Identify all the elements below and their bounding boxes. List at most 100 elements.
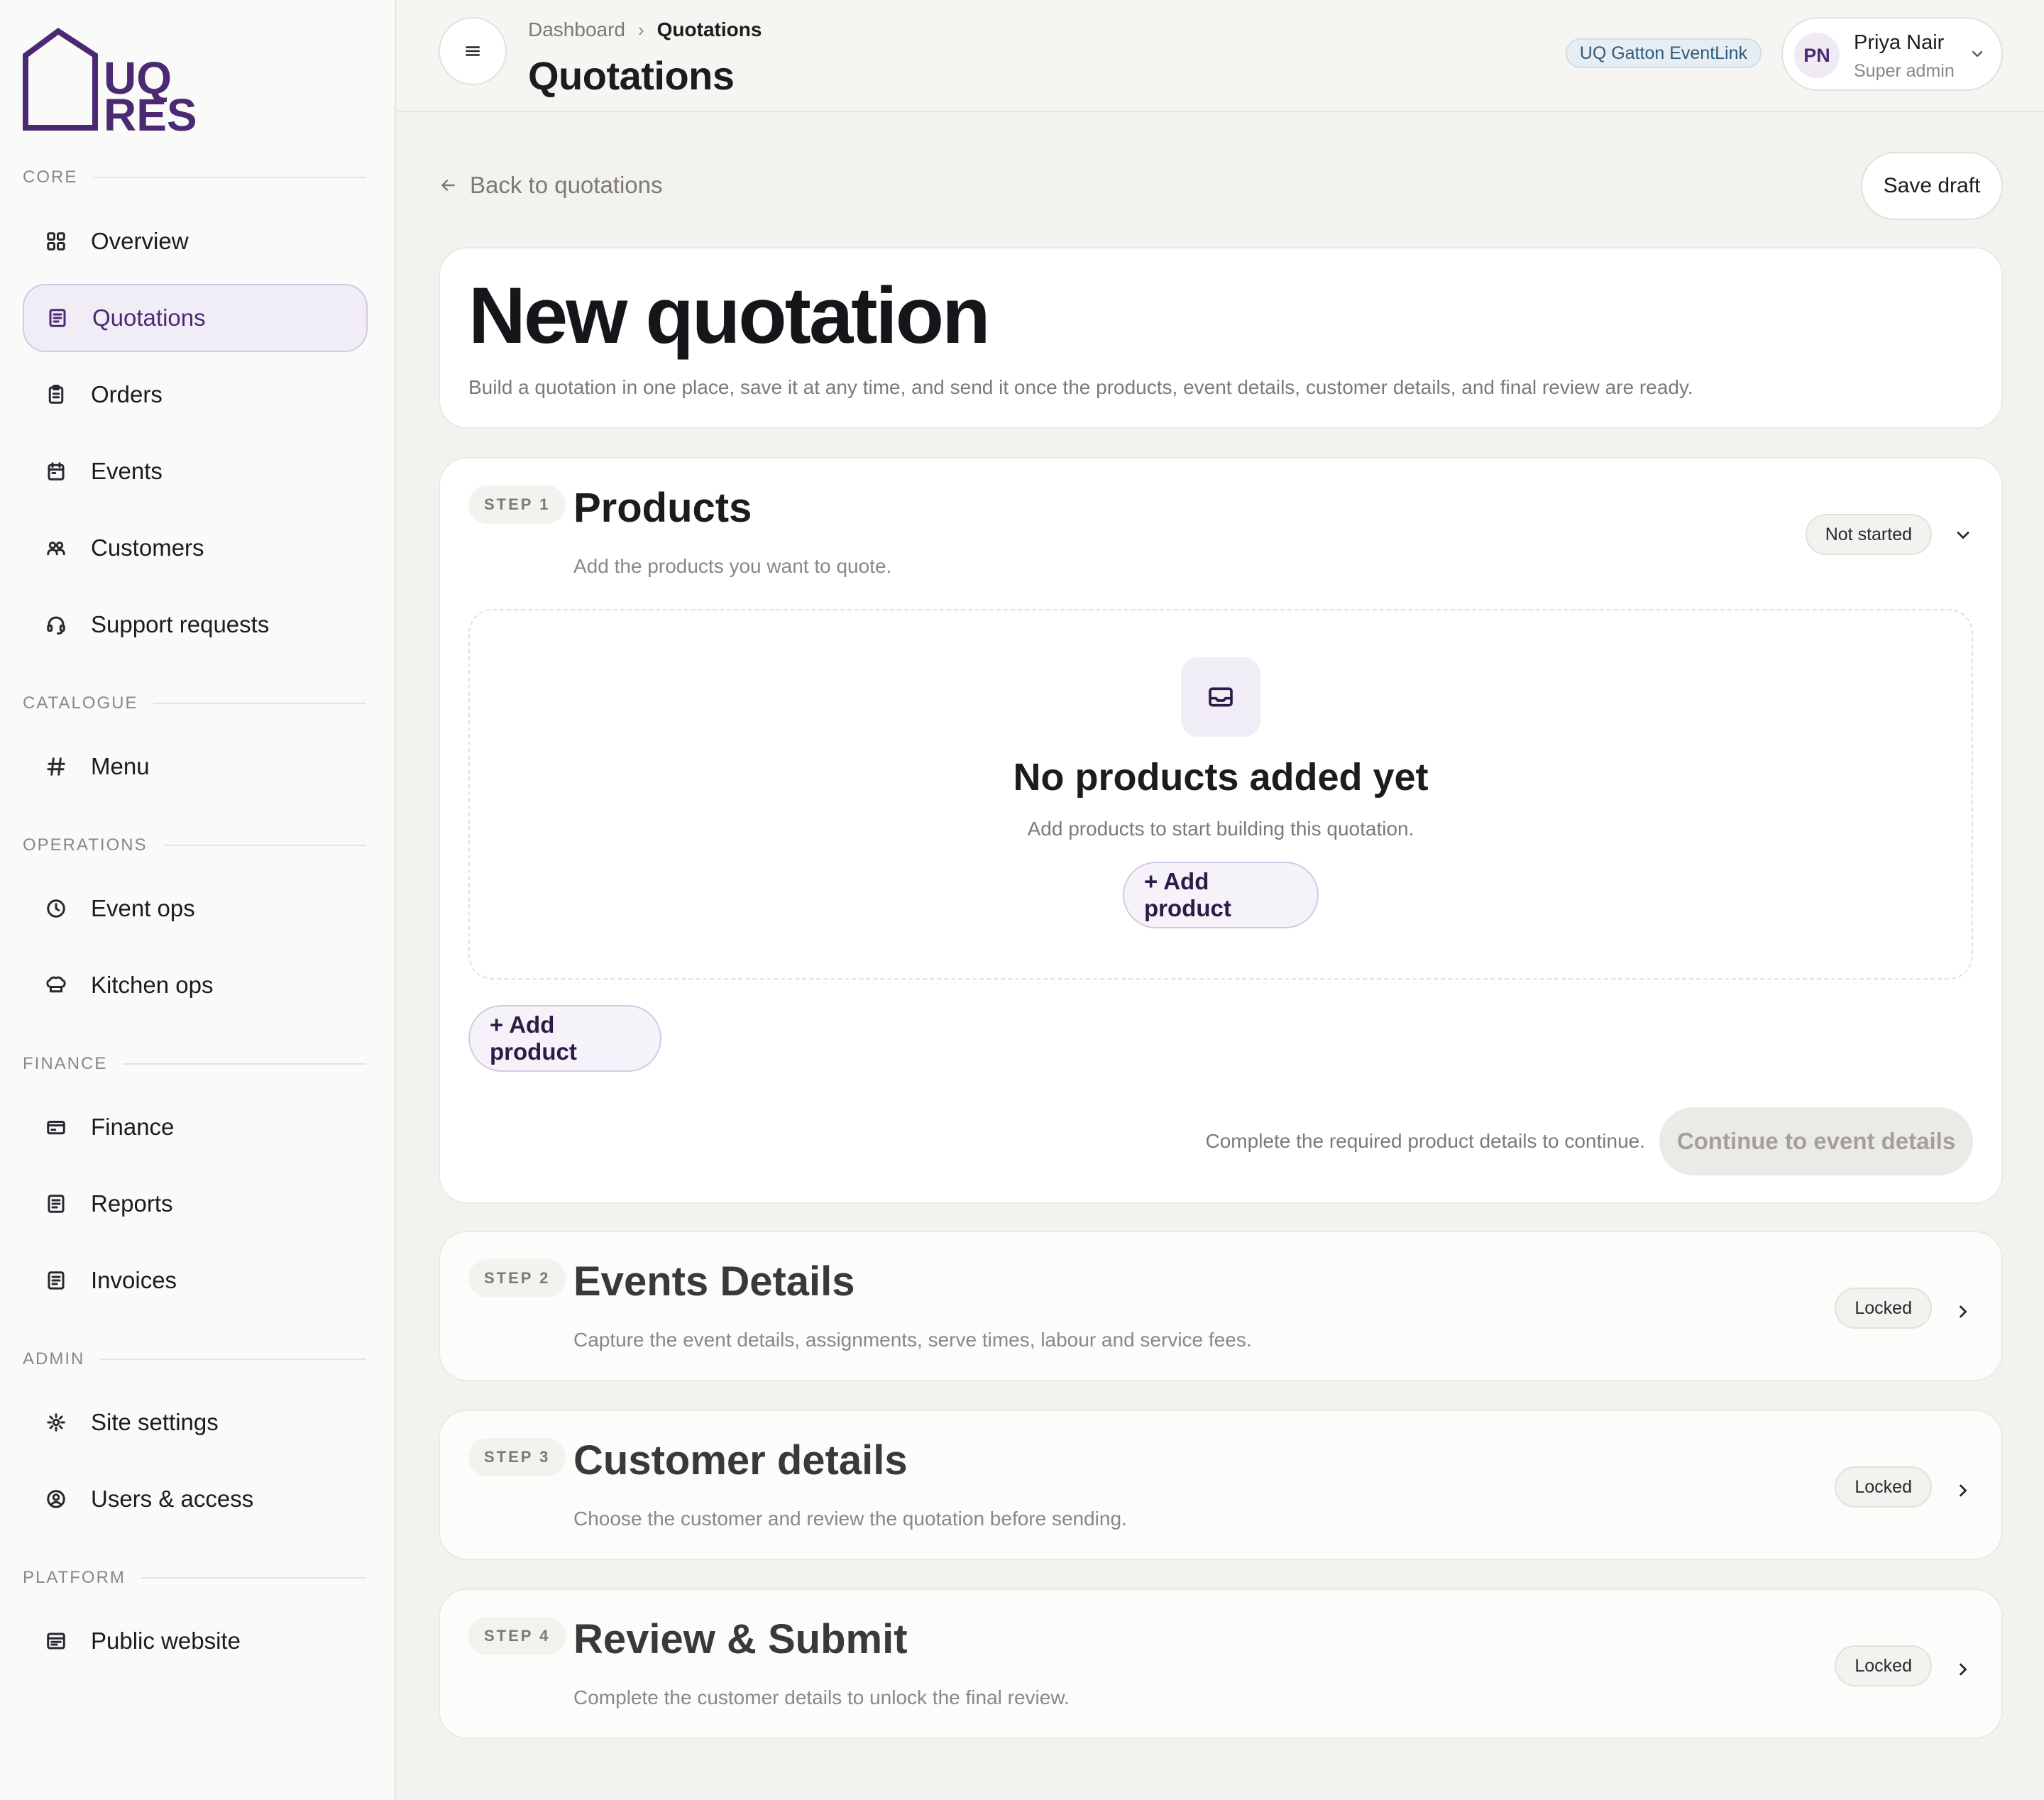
chevron-right-icon[interactable] [1953,1659,1973,1679]
status-badge: Locked [1835,1466,1932,1508]
step-products: STEP 1 Products Add the products you wan… [439,457,2003,1204]
breadcrumb: Dashboard › Quotations [528,18,762,41]
sidebar-item-label: Public website [91,1628,241,1654]
sidebar-item-label: Event ops [91,895,195,921]
sidebar-item-label: Users & access [91,1486,254,1512]
step-description: Complete the customer details to unlock … [573,1686,1070,1708]
sidebar-item-label: Invoices [91,1267,177,1293]
user-menu[interactable]: PN Priya Nair Super admin [1781,17,2003,91]
step-events-details[interactable]: STEP 2 Events Details Capture the event … [439,1231,2003,1381]
chef-hat-icon [44,973,68,997]
chevron-right-icon[interactable] [1953,1481,1973,1500]
step-customer-details[interactable]: STEP 3 Customer details Choose the custo… [439,1410,2003,1560]
empty-products-state: No products added yet Add products to st… [468,609,1973,979]
sidebar-item-reports[interactable]: Reports [23,1170,368,1238]
inbox-icon [1181,657,1260,737]
save-draft-button[interactable]: Save draft [1861,152,2003,220]
step-description: Capture the event details, assignments, … [573,1329,1252,1351]
sidebar-item-orders[interactable]: Orders [23,361,368,429]
step-badge: STEP 3 [468,1438,566,1476]
top-bar: Dashboard › Quotations Quotations UQ Gat… [397,0,2044,112]
sidebar-item-label: Events [91,458,163,484]
sidebar-item-finance[interactable]: Finance [23,1093,368,1161]
sidebar-item-quotations[interactable]: Quotations [23,284,368,352]
sidebar-item-label: Menu [91,753,150,779]
sidebar-item-overview[interactable]: Overview [23,207,368,275]
section-core: CORE [23,167,366,188]
sidebar-item-label: Finance [91,1114,175,1140]
grid-icon [44,229,68,253]
gear-icon [44,1410,68,1434]
breadcrumb-dashboard[interactable]: Dashboard [528,18,625,41]
headset-icon [44,613,68,637]
sidebar-item-label: Kitchen ops [91,972,214,998]
sidebar-item-support-requests[interactable]: Support requests [23,591,368,659]
sidebar-item-events[interactable]: Events [23,437,368,505]
chevron-down-icon[interactable] [1953,525,1973,545]
back-to-quotations-link[interactable]: Back to quotations [439,172,663,199]
menu-toggle-button[interactable] [439,17,507,85]
step-review-submit[interactable]: STEP 4 Review & Submit Complete the cust… [439,1588,2003,1739]
step-badge: STEP 4 [468,1617,566,1655]
quotation-heading: New quotation [468,271,990,360]
sidebar: UQ RES CORE Overview Quotations Orders E… [0,0,396,1800]
credit-card-icon [44,1115,68,1139]
sidebar-item-label: Overview [91,228,189,254]
step-description: Choose the customer and review the quota… [573,1508,1127,1530]
report-icon [44,1192,68,1216]
back-label: Back to quotations [470,172,663,198]
invoice-icon [44,1268,68,1293]
step-title: Events Details [573,1258,855,1305]
sidebar-item-users-access[interactable]: Users & access [23,1465,368,1533]
step-description: Add the products you want to quote. [573,555,892,577]
sidebar-item-customers[interactable]: Customers [23,514,368,582]
section-catalogue: CATALOGUE [23,693,366,714]
hamburger-icon [466,46,480,56]
sidebar-item-menu[interactable]: Menu [23,732,368,801]
status-badge: Not started [1805,514,1932,555]
clipboard-icon [44,383,68,407]
status-badge: Locked [1835,1288,1932,1329]
user-circle-icon [44,1487,68,1511]
empty-title: No products added yet [1013,756,1429,799]
clock-icon [44,896,68,921]
arrow-left-icon [441,180,455,191]
chevron-right-icon[interactable] [1953,1302,1973,1322]
user-name: Priya Nair [1854,31,1945,54]
section-admin: ADMIN [23,1349,366,1370]
step-title: Review & Submit [573,1616,908,1662]
sidebar-item-label: Orders [91,381,163,407]
empty-description: Add products to start building this quot… [1027,818,1414,840]
sidebar-item-invoices[interactable]: Invoices [23,1246,368,1315]
tenant-badge[interactable]: UQ Gatton EventLink [1565,38,1762,68]
step-badge: STEP 2 [468,1259,566,1297]
calendar-icon [44,459,68,483]
step-badge: STEP 1 [468,485,566,524]
sidebar-item-public-website[interactable]: Public website [23,1607,368,1675]
sidebar-item-label: Quotations [92,304,206,331]
chevron-down-icon [1972,50,1983,57]
sidebar-item-label: Support requests [91,611,270,637]
browser-icon [44,1629,68,1653]
page-title: Quotations [528,53,735,98]
sidebar-item-label: Reports [91,1190,173,1217]
sidebar-item-kitchen-ops[interactable]: Kitchen ops [23,951,368,1019]
logo-text-2: RES [104,89,197,133]
brand-logo[interactable]: UQ RES [21,27,199,141]
sidebar-item-event-ops[interactable]: Event ops [23,874,368,943]
sidebar-item-site-settings[interactable]: Site settings [23,1388,368,1456]
add-product-button-secondary[interactable]: + Add product [468,1005,661,1072]
quotation-subtitle: Build a quotation in one place, save it … [468,376,1693,398]
section-platform: PLATFORM [23,1567,366,1588]
document-list-icon [45,306,70,330]
step-title: Customer details [573,1437,908,1483]
add-product-button[interactable]: + Add product [1123,862,1319,928]
section-finance: FINANCE [23,1053,366,1075]
continue-to-event-details-button[interactable]: Continue to event details [1659,1107,1973,1175]
user-role: Super admin [1854,61,1955,81]
continue-hint: Complete the required product details to… [1205,1130,1646,1152]
status-badge: Locked [1835,1645,1932,1686]
section-operations: OPERATIONS [23,835,366,856]
hash-icon [44,754,68,779]
avatar: PN [1794,33,1840,78]
